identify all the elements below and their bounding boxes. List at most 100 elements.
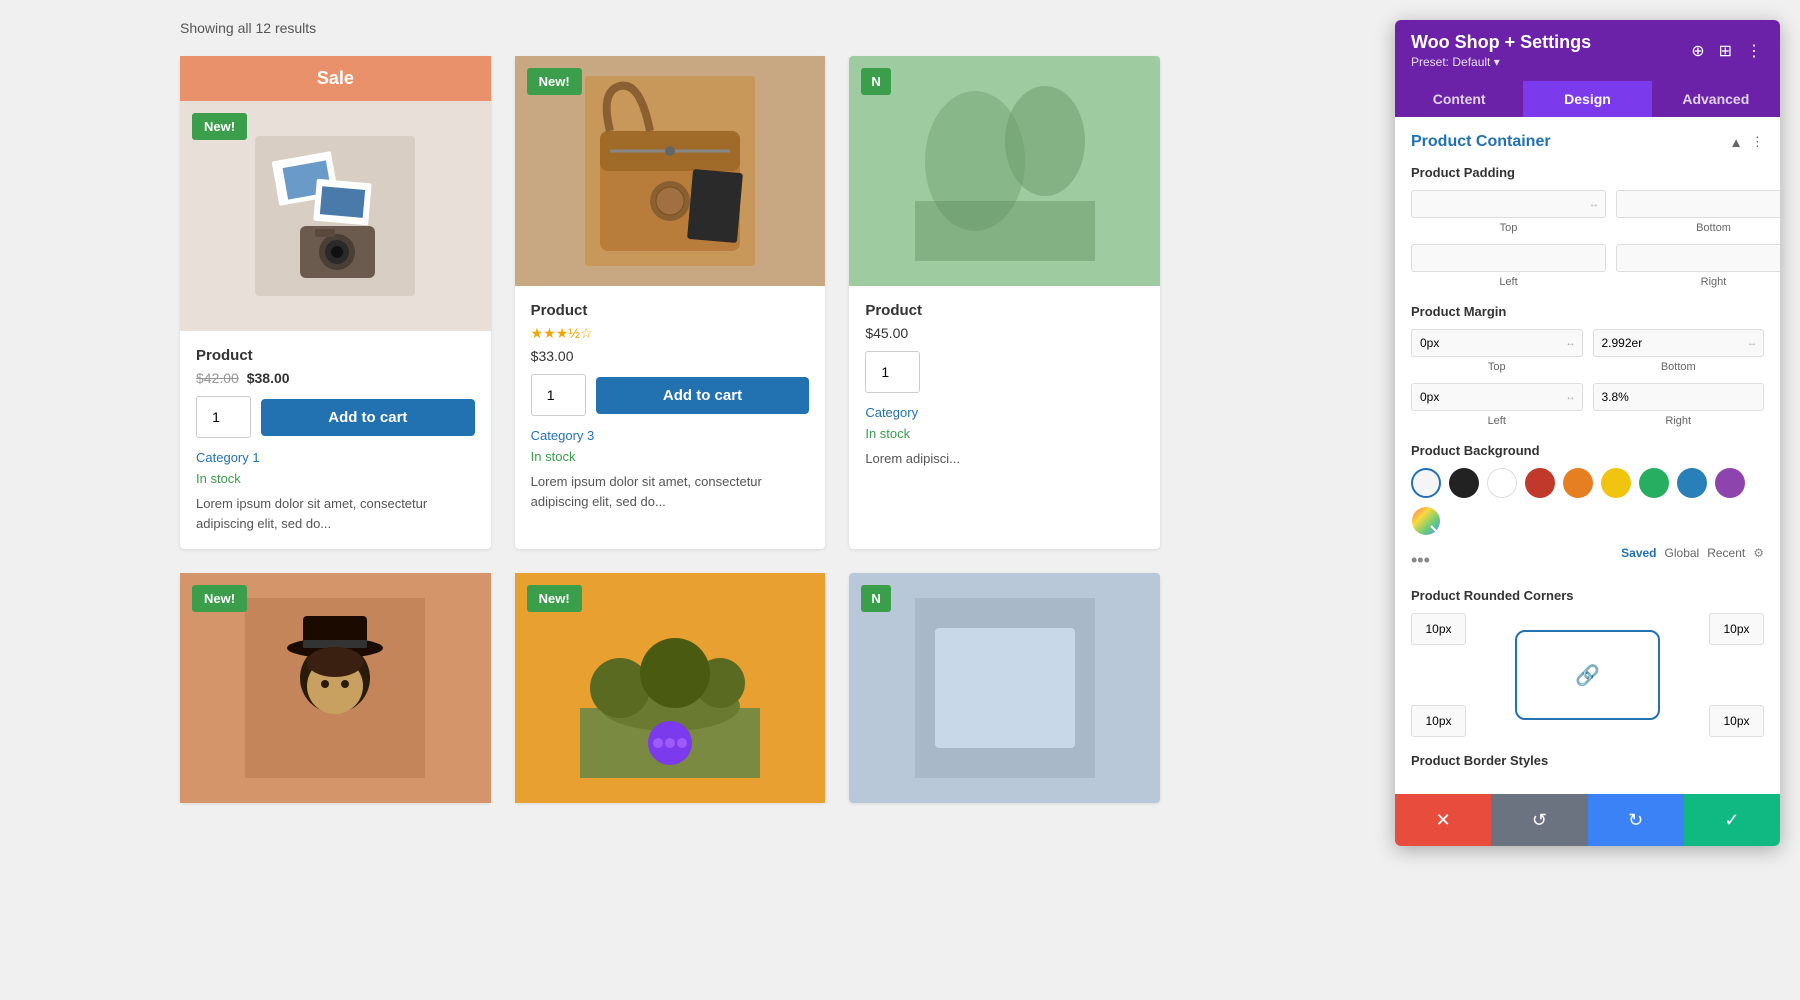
add-to-cart-btn-1[interactable]: Add to cart [261, 399, 475, 436]
product-desc-3: Lorem adipisci... [865, 449, 1144, 469]
padding-left-input[interactable] [1412, 245, 1605, 271]
color-swatch-white[interactable] [1487, 468, 1517, 498]
margin-top-input[interactable] [1412, 330, 1560, 356]
corner-link-icon[interactable]: 🔗 [1575, 663, 1600, 688]
padding-top-field: ↔ Top [1411, 190, 1606, 234]
tab-design[interactable]: Design [1523, 81, 1651, 117]
margin-top-label: Top [1488, 361, 1506, 373]
panel-header-text: Woo Shop + Settings Preset: Default ▾ [1411, 32, 1591, 69]
margin-bottom-link: ↔ [1741, 334, 1763, 353]
color-swatch-white-selected[interactable] [1411, 468, 1441, 498]
add-to-cart-btn-2[interactable]: Add to cart [596, 377, 810, 414]
margin-bottom-input-row: ↔ [1593, 329, 1765, 357]
color-tab-global[interactable]: Global [1665, 546, 1700, 560]
corner-tr-input[interactable] [1709, 613, 1764, 645]
color-swatch-blue[interactable] [1677, 468, 1707, 498]
color-swatch-red[interactable] [1525, 468, 1555, 498]
product-info-3: Product $45.00 Category In stock Lorem a… [849, 286, 1160, 485]
section-more-btn[interactable]: ⋮ [1751, 134, 1764, 150]
in-stock-1: In stock [196, 471, 475, 486]
color-swatch-row [1411, 468, 1764, 536]
category-link-2[interactable]: Category 3 [531, 428, 810, 443]
color-swatch-green[interactable] [1639, 468, 1669, 498]
qty-input-2[interactable] [531, 374, 586, 416]
section-title: Product Container [1411, 133, 1551, 151]
panel-header-icons: ⊕ ⊞ ⋮ [1689, 39, 1764, 63]
new-badge-1: New! [192, 113, 247, 140]
product-image-3: N [849, 56, 1160, 286]
stars-2: ★★★½☆ [531, 325, 810, 342]
padding-right-input[interactable] [1617, 245, 1780, 271]
padding-bottom-input-row: ↔ [1616, 190, 1780, 218]
color-swatch-orange[interactable] [1563, 468, 1593, 498]
undo-icon: ↺ [1532, 810, 1547, 831]
color-tab-recent[interactable]: Recent [1707, 546, 1745, 560]
in-stock-2: In stock [531, 449, 810, 464]
padding-bottom-label: Bottom [1696, 222, 1731, 234]
panel-icon-layout[interactable]: ⊞ [1717, 39, 1734, 63]
margin-right-label: Right [1665, 415, 1691, 427]
category-link-1[interactable]: Category 1 [196, 450, 475, 465]
price-old-1: $42.00 [196, 370, 239, 386]
margin-left-link: ↔ [1560, 388, 1582, 407]
new-badge-3: N [861, 68, 890, 95]
qty-input-3[interactable] [865, 351, 920, 393]
margin-bottom-label: Bottom [1661, 361, 1696, 373]
more-dots[interactable]: ••• [1411, 550, 1430, 571]
color-swatch-yellow[interactable] [1601, 468, 1631, 498]
settings-panel: Woo Shop + Settings Preset: Default ▾ ⊕ … [1395, 20, 1780, 846]
product-info-2: Product ★★★½☆ $33.00 Add to cart Categor… [515, 286, 826, 527]
corner-tl-input[interactable] [1411, 613, 1466, 645]
padding-top-input[interactable] [1412, 191, 1583, 217]
footer-save-btn[interactable]: ✓ [1684, 794, 1780, 846]
padding-right-field: Right [1616, 244, 1780, 288]
product-image-2: New! [515, 56, 826, 286]
category-link-3[interactable]: Category [865, 405, 1144, 420]
save-icon: ✓ [1724, 810, 1739, 831]
padding-left-field: Left [1411, 244, 1606, 288]
color-swatch-black[interactable] [1449, 468, 1479, 498]
new-badge-2: New! [527, 68, 582, 95]
qty-input-1[interactable] [196, 396, 251, 438]
section-header-controls: ▲ ⋮ [1729, 134, 1764, 150]
corner-bl-input[interactable] [1411, 705, 1466, 737]
margin-label: Product Margin [1411, 304, 1764, 319]
color-bottom-row: ••• Saved Global Recent ⚙ [1411, 546, 1764, 574]
section-collapse-btn[interactable]: ▲ [1729, 135, 1742, 150]
color-swatch-purple[interactable] [1715, 468, 1745, 498]
margin-left-input[interactable] [1412, 384, 1560, 410]
panel-icon-target[interactable]: ⊕ [1689, 39, 1706, 63]
padding-right-input-row [1616, 244, 1780, 272]
sale-banner: Sale [180, 56, 491, 101]
margin-right-input[interactable] [1594, 384, 1764, 410]
product-card-3: N Product $45.00 Cate [849, 56, 1160, 549]
product-name-3: Product [865, 302, 1144, 319]
corner-preview: 🔗 [1515, 630, 1660, 720]
margin-grid: ↔ Top ↔ Bottom ↔ Left [1411, 329, 1764, 427]
corner-input-left-col [1411, 613, 1466, 737]
panel-icon-more[interactable]: ⋮ [1744, 39, 1764, 63]
footer-undo-btn[interactable]: ↺ [1491, 794, 1587, 846]
product-price-3: $45.00 [865, 325, 1144, 341]
padding-bottom-input[interactable] [1617, 191, 1780, 217]
tab-content[interactable]: Content [1395, 81, 1523, 117]
product-info-1: Product $42.00 $38.00 Add to cart Catego… [180, 331, 491, 549]
color-picker-btn[interactable] [1411, 506, 1441, 536]
product-price-1: $42.00 $38.00 [196, 370, 475, 386]
footer-cancel-btn[interactable]: ✕ [1395, 794, 1491, 846]
padding-label: Product Padding [1411, 165, 1764, 180]
padding-grid: ↔ Top ↔ Bottom Left [1411, 190, 1764, 288]
product-card-1: Sale New! [180, 56, 491, 549]
margin-bottom-field: ↔ Bottom [1593, 329, 1765, 373]
product-card-6: N [849, 573, 1160, 803]
color-settings-icon[interactable]: ⚙ [1753, 546, 1764, 560]
footer-redo-btn[interactable]: ↻ [1588, 794, 1684, 846]
padding-top-label: Top [1500, 222, 1518, 234]
color-tab-saved[interactable]: Saved [1621, 546, 1656, 560]
product-card-5: New! [515, 573, 826, 803]
panel-title: Woo Shop + Settings [1411, 32, 1591, 53]
product-name-1: Product [196, 347, 475, 364]
corner-br-input[interactable] [1709, 705, 1764, 737]
tab-advanced[interactable]: Advanced [1652, 81, 1780, 117]
margin-bottom-input[interactable] [1594, 330, 1742, 356]
